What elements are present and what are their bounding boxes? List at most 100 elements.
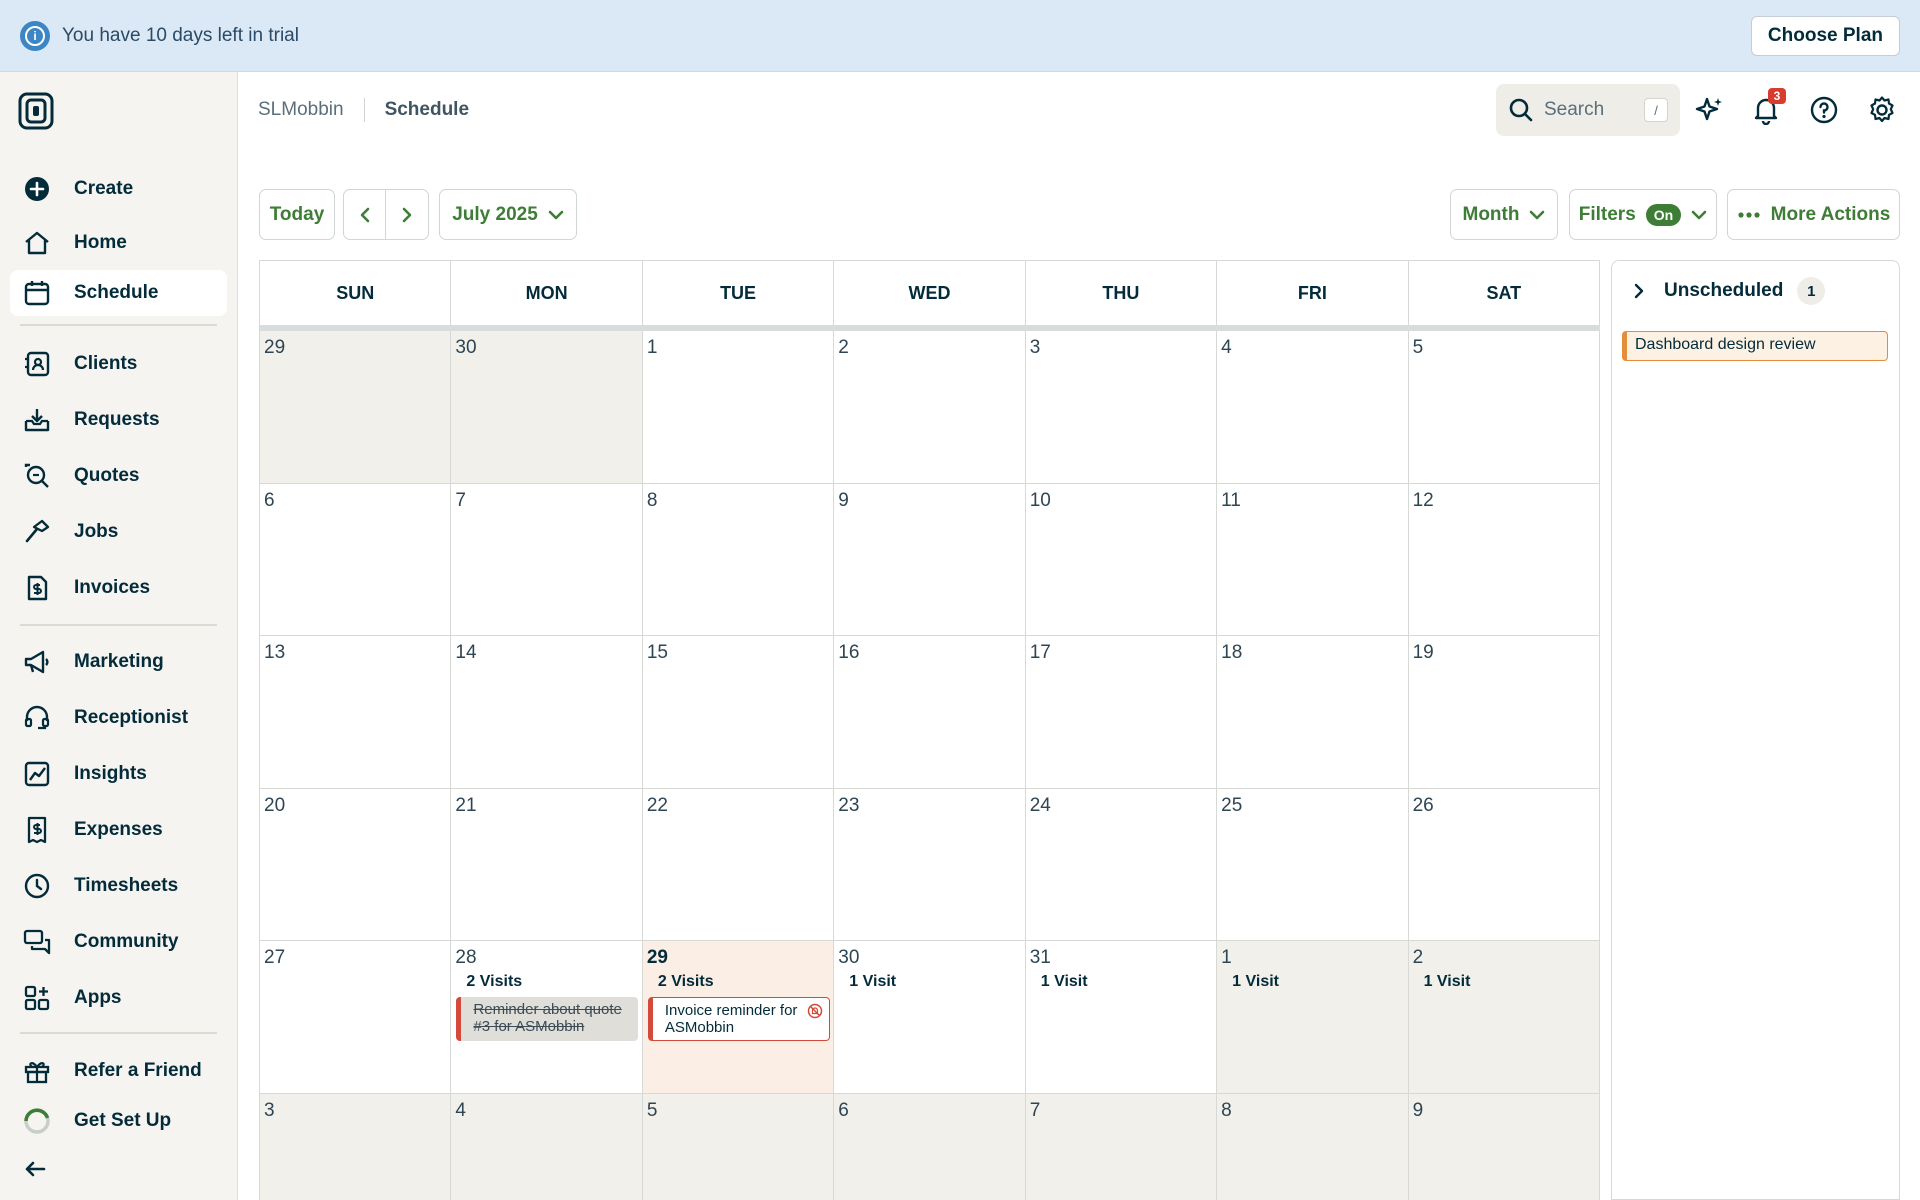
- sidebar-item-schedule[interactable]: Schedule: [10, 270, 227, 316]
- calendar-day-cell[interactable]: 22: [642, 788, 835, 941]
- today-button[interactable]: Today: [259, 189, 335, 240]
- calendar-day-cell[interactable]: 31 1 Visit: [1025, 941, 1218, 1094]
- calendar-day-cell[interactable]: 25: [1217, 788, 1409, 941]
- calendar-day-cell[interactable]: 3: [260, 1093, 452, 1200]
- more-actions-label: More Actions: [1770, 203, 1891, 225]
- unscheduled-item[interactable]: Dashboard design review: [1622, 331, 1888, 361]
- receipt-dollar-icon: [22, 815, 52, 845]
- sidebar-item-label: Home: [74, 232, 127, 253]
- visit-count[interactable]: 1 Visit: [1041, 973, 1088, 991]
- help-icon[interactable]: [1808, 94, 1840, 126]
- calendar-day-cell[interactable]: 28 2 Visits Reminder about quote #3 for AS…: [451, 941, 643, 1094]
- more-actions-button[interactable]: More Actions: [1727, 189, 1900, 240]
- sidebar-item-home[interactable]: Home: [10, 220, 227, 266]
- day-number: 15: [646, 642, 668, 663]
- visit-count[interactable]: 1 Visit: [1424, 973, 1471, 991]
- calendar-day-cell[interactable]: 26: [1408, 788, 1600, 941]
- calendar-day-cell[interactable]: 18: [1217, 636, 1409, 789]
- trial-banner: i You have 10 days left in trial Choose …: [0, 0, 1920, 72]
- calendar-day-cell[interactable]: 27: [260, 941, 452, 1094]
- invoice-dollar-icon: [22, 573, 52, 603]
- calendar-day-cell[interactable]: 16: [834, 636, 1026, 789]
- visit-count[interactable]: 2 Visits: [658, 973, 714, 991]
- search-shortcut: /: [1644, 98, 1668, 122]
- calendar-day-cell[interactable]: 11: [1217, 483, 1409, 636]
- notifications-bell-icon[interactable]: 3: [1750, 88, 1786, 126]
- calendar-day-cell[interactable]: 8: [642, 483, 835, 636]
- settings-gear-icon[interactable]: [1866, 94, 1898, 126]
- calendar-day-cell[interactable]: 20: [260, 788, 452, 941]
- calendar-day-cell[interactable]: 9: [834, 483, 1026, 636]
- collapse-sidebar-icon[interactable]: [20, 1154, 50, 1184]
- calendar-day-cell[interactable]: 30: [451, 331, 643, 484]
- previous-month-button[interactable]: [344, 190, 386, 239]
- sidebar-item-requests[interactable]: Requests: [10, 397, 227, 443]
- next-month-button[interactable]: [386, 190, 428, 239]
- calendar-day-cell[interactable]: 1: [642, 331, 835, 484]
- calendar-day-cell[interactable]: 17: [1025, 636, 1218, 789]
- inbox-download-icon: [22, 405, 52, 435]
- calendar-day-cell[interactable]: 5: [642, 1093, 835, 1200]
- view-dropdown[interactable]: Month: [1450, 189, 1558, 240]
- sparkle-ai-icon[interactable]: [1694, 94, 1726, 126]
- calendar-day-cell[interactable]: 3: [1025, 331, 1218, 484]
- company-name[interactable]: SLMobbin: [258, 99, 344, 121]
- day-number: 13: [264, 642, 286, 663]
- sidebar-item-marketing[interactable]: Marketing: [10, 639, 227, 685]
- calendar-day-cell[interactable]: 8: [1217, 1093, 1409, 1200]
- calendar-day-cell[interactable]: 15: [642, 636, 835, 789]
- sidebar-item-quotes[interactable]: Quotes: [10, 453, 227, 499]
- day-number: 24: [1029, 794, 1051, 816]
- sidebar-item-expenses[interactable]: Expenses: [10, 807, 227, 853]
- calendar-day-cell[interactable]: 2: [834, 331, 1026, 484]
- calendar-day-cell[interactable]: 9: [1408, 1093, 1600, 1200]
- sidebar-item-label: Quotes: [74, 465, 140, 486]
- filters-dropdown[interactable]: Filters On: [1569, 189, 1717, 240]
- sidebar-item-receptionist[interactable]: Receptionist: [10, 695, 227, 741]
- visit-count[interactable]: 1 Visit: [1232, 973, 1279, 991]
- sidebar-item-insights[interactable]: Insights: [10, 751, 227, 797]
- calendar-day-cell[interactable]: 7: [1025, 1093, 1218, 1200]
- sidebar-item-timesheets[interactable]: Timesheets: [10, 863, 227, 909]
- calendar-day-cell[interactable]: 7: [451, 483, 643, 636]
- sidebar-item-apps[interactable]: Apps: [10, 975, 227, 1021]
- unscheduled-header[interactable]: Unscheduled 1: [1632, 277, 1826, 305]
- sidebar-divider: [20, 624, 217, 626]
- calendar-day-cell[interactable]: 14: [451, 636, 643, 789]
- sidebar-item-jobs[interactable]: Jobs: [10, 509, 227, 555]
- calendar-day-cell[interactable]: 24: [1025, 788, 1218, 941]
- calendar-day-cell[interactable]: 4: [1217, 331, 1409, 484]
- calendar-day-cell[interactable]: 19: [1408, 636, 1600, 789]
- calendar-day-cell[interactable]: 21 Visit: [1408, 941, 1600, 1094]
- calendar-day-cell[interactable]: 6: [260, 483, 452, 636]
- month-picker-dropdown[interactable]: July 2025: [439, 189, 577, 240]
- sidebar-item-community[interactable]: Community: [10, 919, 227, 965]
- sidebar-item-label: Receptionist: [74, 707, 189, 728]
- calendar-day-cell[interactable]: 29: [260, 331, 452, 484]
- calendar-day-cell[interactable]: 21: [451, 788, 643, 941]
- calendar-day-cell[interactable]: 13: [260, 636, 452, 789]
- calendar-day-cell[interactable]: 6: [834, 1093, 1026, 1200]
- sidebar-item-get-set-up[interactable]: Get Set Up: [10, 1098, 227, 1144]
- calendar-event[interactable]: Reminder about quote #3 for ASMobbin: [456, 997, 639, 1041]
- calendar-day-cell[interactable]: 12: [1408, 483, 1600, 636]
- app-logo-icon[interactable]: [18, 92, 54, 130]
- sidebar-item-label: Community: [74, 931, 179, 952]
- sidebar-item-invoices[interactable]: Invoices: [10, 565, 227, 611]
- calendar-day-cell[interactable]: 11 Visit: [1217, 941, 1409, 1094]
- visit-count[interactable]: 2 Visits: [466, 973, 522, 991]
- calendar-day-cell[interactable]: 5: [1408, 331, 1600, 484]
- calendar-day-cell[interactable]: 30 1 Visit: [834, 941, 1026, 1094]
- calendar-day-cell-today[interactable]: 29 2 Visits Invoice reminder for ASMobbin: [642, 941, 835, 1094]
- choose-plan-button[interactable]: Choose Plan: [1750, 15, 1900, 56]
- calendar-day-cell[interactable]: 4: [451, 1093, 643, 1200]
- chevron-right-icon[interactable]: [1632, 282, 1646, 300]
- calendar-day-cell[interactable]: 23: [834, 788, 1026, 941]
- calendar-event[interactable]: Invoice reminder for ASMobbin: [647, 997, 830, 1041]
- visit-count[interactable]: 1 Visit: [849, 973, 896, 991]
- sidebar-item-clients[interactable]: Clients: [10, 341, 227, 387]
- sidebar-item-create[interactable]: Create: [10, 166, 227, 212]
- sidebar-item-refer-a-friend[interactable]: Refer a Friend: [10, 1048, 227, 1094]
- calendar-day-cell[interactable]: 10: [1025, 483, 1218, 636]
- search-input[interactable]: Search /: [1496, 84, 1680, 136]
